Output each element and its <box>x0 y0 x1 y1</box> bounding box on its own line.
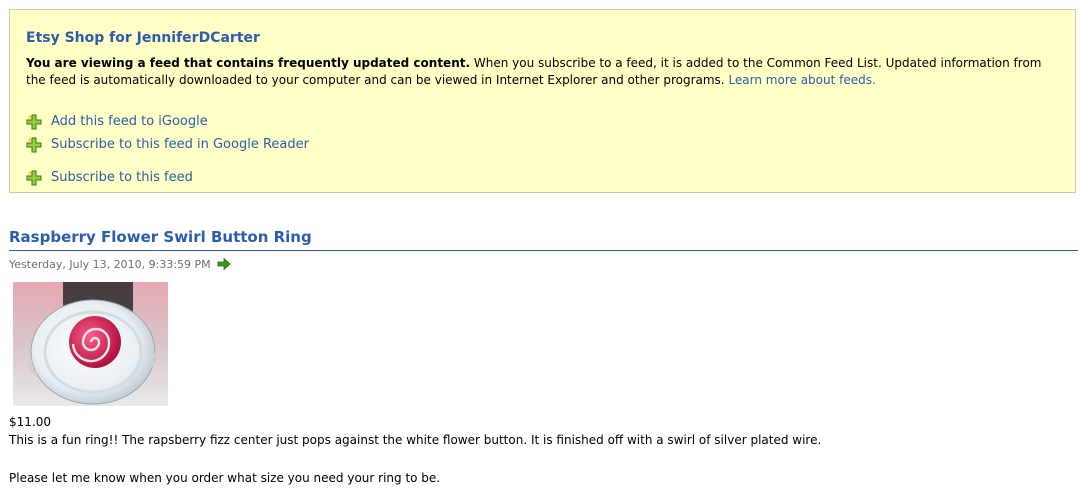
item-image[interactable] <box>13 282 168 406</box>
item-date: Yesterday, July 13, 2010, 9:33:59 PM <box>9 257 211 271</box>
green-arrow-icon[interactable] <box>217 257 231 271</box>
feed-info-panel: Etsy Shop for JenniferDCarter You are vi… <box>9 9 1076 193</box>
item-title-link[interactable]: Raspberry Flower Swirl Button Ring <box>9 228 312 246</box>
item-note: Please let me know when you order what s… <box>9 471 441 485</box>
item-description: This is a fun ring!! The rapsberry fizz … <box>9 433 822 447</box>
subscribe-igoogle-link[interactable]: Add this feed to iGoogle <box>51 114 208 129</box>
feed-notice: You are viewing a feed that contains fre… <box>26 55 1059 89</box>
item-meta: Yesterday, July 13, 2010, 9:33:59 PM <box>9 257 231 271</box>
item-title-row: Raspberry Flower Swirl Button Ring <box>9 227 1078 251</box>
learn-more-link[interactable]: Learn more about feeds. <box>728 73 875 87</box>
subscribe-option-feed[interactable]: Subscribe to this feed <box>26 166 1059 189</box>
feed-notice-bold: You are viewing a feed that contains fre… <box>26 56 471 70</box>
subscribe-option-igoogle[interactable]: Add this feed to iGoogle <box>26 110 1059 133</box>
subscribe-options: Add this feed to iGoogle Subscribe to th… <box>26 110 1059 189</box>
subscribe-option-google-reader[interactable]: Subscribe to this feed in Google Reader <box>26 133 1059 156</box>
feed-title: Etsy Shop for JenniferDCarter <box>26 30 260 46</box>
ring-photo <box>13 282 168 406</box>
item-price: $11.00 <box>9 415 51 429</box>
subscribe-feed-link[interactable]: Subscribe to this feed <box>51 170 193 185</box>
add-plus-icon <box>26 137 42 153</box>
add-plus-icon <box>26 170 42 186</box>
subscribe-google-reader-link[interactable]: Subscribe to this feed in Google Reader <box>51 137 309 152</box>
add-plus-icon <box>26 114 42 130</box>
